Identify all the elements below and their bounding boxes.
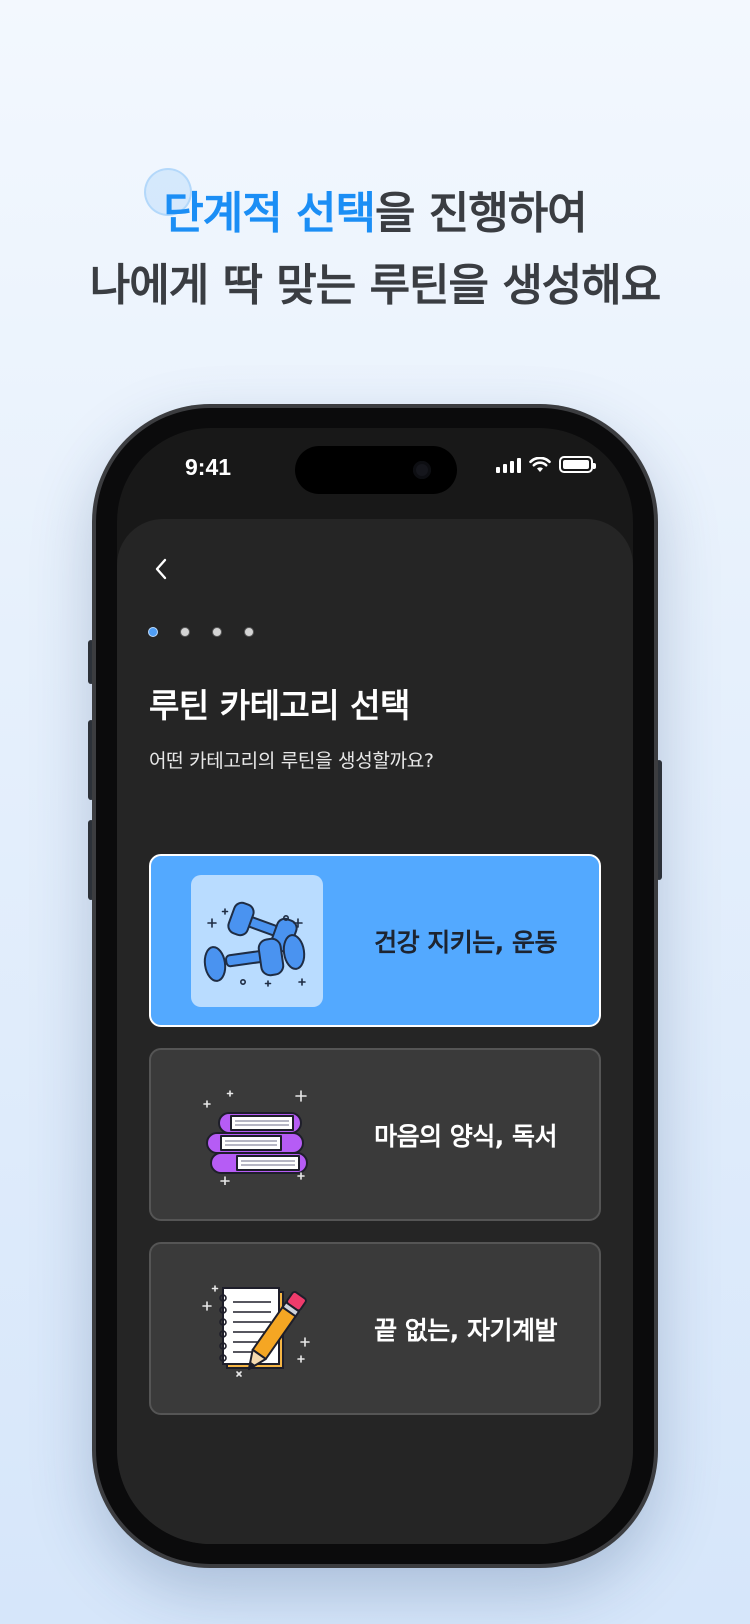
promo-headline: 단계적 선택을 진행하여 나에게 딱 맞는 루틴을 생성해요 bbox=[0, 178, 750, 322]
category-label-self-development: 끝 없는, 자기계발 bbox=[374, 1315, 557, 1345]
step-dot-1 bbox=[148, 627, 158, 637]
headline-accent: 단계적 선택 bbox=[163, 188, 376, 239]
cellular-signal-icon bbox=[496, 457, 521, 473]
headline-line-1: 단계적 선택을 진행하여 bbox=[0, 178, 750, 250]
page-title: 루틴 카테고리 선택 bbox=[149, 686, 410, 725]
category-label-exercise: 건강 지키는, 운동 bbox=[374, 927, 557, 957]
books-icon bbox=[191, 1069, 323, 1201]
chevron-left-icon bbox=[155, 558, 167, 580]
phone-screen: 9:41 루틴 카테고리 선택 어떤 카테고리의 루틴을 생성할까요? 건강 지… bbox=[117, 428, 633, 1544]
status-time: 9:41 bbox=[185, 454, 232, 480]
step-dot-3 bbox=[212, 627, 222, 637]
page-subtitle: 어떤 카테고리의 루틴을 생성할까요? bbox=[149, 750, 434, 772]
dumbbell-icon bbox=[191, 875, 323, 1007]
status-icons bbox=[496, 456, 596, 473]
step-indicator bbox=[148, 627, 254, 637]
category-card-exercise[interactable]: 건강 지키는, 운동 bbox=[149, 854, 601, 1027]
step-dot-2 bbox=[180, 627, 190, 637]
battery-icon bbox=[559, 456, 596, 473]
headline-line-1-rest: 을 진행하여 bbox=[375, 188, 588, 239]
category-card-self-development[interactable]: 끝 없는, 자기계발 bbox=[149, 1242, 601, 1415]
dynamic-island bbox=[295, 446, 457, 494]
wifi-icon bbox=[529, 456, 551, 472]
category-card-reading[interactable]: 마음의 양식, 독서 bbox=[149, 1048, 601, 1221]
category-label-reading: 마음의 양식, 독서 bbox=[374, 1121, 557, 1151]
category-sheet: 루틴 카테고리 선택 어떤 카테고리의 루틴을 생성할까요? 건강 지키는, 운… bbox=[117, 519, 633, 1544]
back-button[interactable] bbox=[149, 555, 173, 583]
front-camera bbox=[413, 461, 431, 479]
notebook-pencil-icon bbox=[191, 1263, 323, 1395]
headline-line-2: 나에게 딱 맞는 루틴을 생성해요 bbox=[89, 260, 662, 311]
step-dot-4 bbox=[244, 627, 254, 637]
